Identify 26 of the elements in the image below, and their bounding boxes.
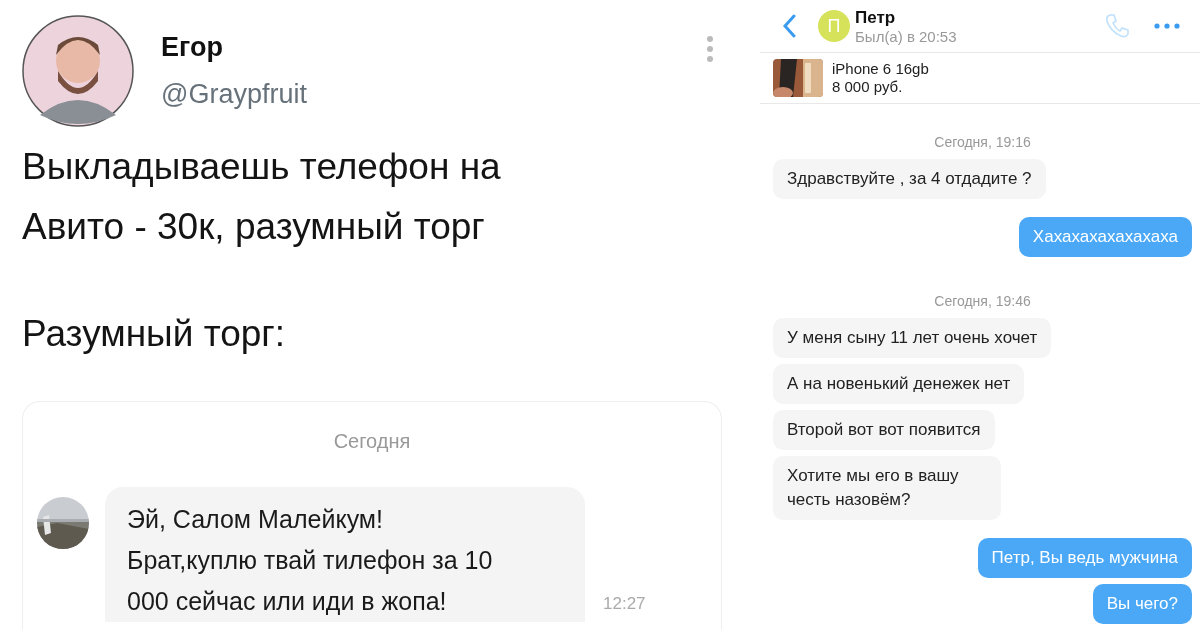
incoming-message: У меня сыну 11 лет очень хочет [773,318,1052,358]
contact-status: Был(а) в 20:53 [855,27,958,45]
author-name: Егор [161,32,224,63]
date-separator: Сегодня, 19:46 [934,293,1031,309]
more-icon[interactable] [706,35,714,63]
back-icon[interactable] [782,14,796,39]
listing-title: iPhone 6 16gb [832,60,929,79]
author-handle: @Graypfruit [161,79,308,110]
contact-name: Петр [855,7,897,28]
avatar-icon [22,15,134,127]
incoming-message: Второй вот вот появится [773,410,995,450]
message-bubble: Эй, Салом Малейкум! Брат,куплю твай тилефон за 10 000 сейчас или иди в жопа! [105,487,585,622]
tweet-text: Выкладываешь телефон на Авито - 30к, разумный торг [22,145,502,249]
listing-price: 8 000 руб. [832,78,904,97]
outgoing-message: Петр, Вы ведь мужчина [977,538,1192,578]
incoming-message: А на новенький денежек нет [773,364,1025,404]
incoming-message: Здравствуйте , за 4 отдадите ? [773,159,1046,199]
message-time: 12:27 [603,594,646,614]
date-separator: Сегодня, 19:16 [934,134,1031,150]
contact-avatar: П [818,10,850,43]
outgoing-message: Вы чего? [1092,584,1192,624]
incoming-message: Хотите мы его в вашу честь назовём? [773,456,1001,520]
more-icon[interactable] [1154,23,1180,30]
outgoing-message: Хахахахахахахаха [1018,217,1192,257]
tweet-caption: Разумный торг: [22,313,287,355]
chat-date: Сегодня [332,430,412,453]
